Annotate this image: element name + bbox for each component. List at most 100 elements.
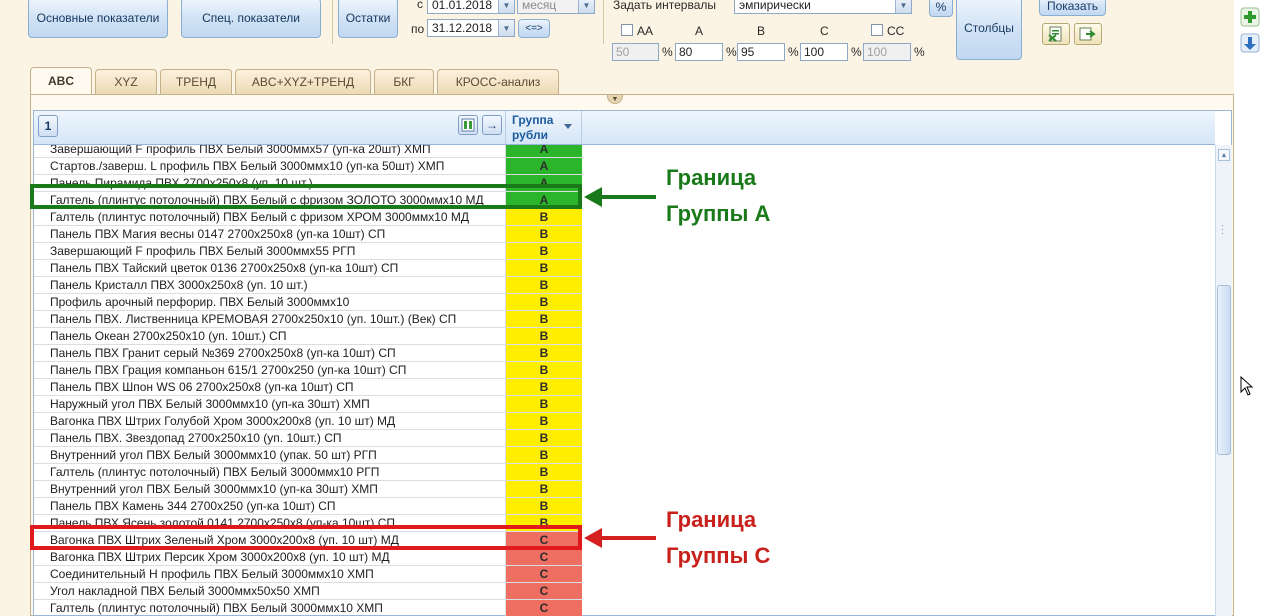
- scroll-grip-icon: · · ·: [1221, 220, 1224, 238]
- tab-abc[interactable]: ABC: [30, 67, 92, 94]
- table-row[interactable]: Завершающий F профиль ПВХ Белый 3000ммх5…: [34, 145, 1215, 158]
- toolbar-separator: [603, 0, 604, 44]
- chevron-down-icon[interactable]: ▼: [578, 0, 594, 13]
- boundary-a-line2: Группы А: [666, 201, 771, 226]
- product-name-cell: Панель ПВХ Грация компаньон 615/1 2700х2…: [34, 362, 506, 379]
- from-date-value: 01.01.2018: [432, 0, 493, 12]
- intervals-select[interactable]: эмпирически ▼: [734, 0, 912, 14]
- table-row[interactable]: Профиль арочный перфорир. ПВХ Белый 3000…: [34, 294, 1215, 311]
- group-header-line1: Группа: [512, 113, 554, 127]
- product-name-cell: Панель ПВХ Магия весны 0147 2700х250х8 (…: [34, 226, 506, 243]
- columns-button[interactable]: Столбцы: [956, 0, 1022, 60]
- table-row[interactable]: Панель ПВХ Тайский цветок 0136 2700х250х…: [34, 260, 1215, 277]
- table-row[interactable]: Панель ПВХ Шпон WS 06 2700х250х8 (уп-ка …: [34, 379, 1215, 396]
- table-row[interactable]: Панель ПВХ Грация компаньон 615/1 2700х2…: [34, 362, 1215, 379]
- abc-group-cell: C: [506, 532, 582, 549]
- export-button[interactable]: [1074, 23, 1102, 45]
- add-icon[interactable]: [1240, 7, 1260, 27]
- table-row[interactable]: Панель ПВХ Ясень золотой 0141 2700х250х8…: [34, 515, 1215, 532]
- table-row[interactable]: Галтель (плинтус потолочный) ПВХ Белый с…: [34, 209, 1215, 226]
- abc-group-cell: B: [506, 396, 582, 413]
- product-name-cell: Панель Океан 2700х250х10 (уп. 10шт.) СП: [34, 328, 506, 345]
- excel-export-icon: [1048, 26, 1062, 42]
- page-number[interactable]: 1: [38, 115, 58, 137]
- chevron-down-icon[interactable]: ▼: [895, 0, 911, 13]
- swap-period-button[interactable]: <=>: [518, 19, 550, 38]
- table-row[interactable]: Панель Кристалл ПВХ 3000х250х8 (уп. 10 ш…: [34, 277, 1215, 294]
- special-indicators-button[interactable]: Спец. показатели: [181, 0, 321, 38]
- chevron-down-icon[interactable]: ▼: [498, 20, 514, 36]
- name-column-header[interactable]: 1 →: [34, 111, 506, 144]
- abc-group-cell: B: [506, 260, 582, 277]
- scroll-thumb[interactable]: [1217, 285, 1231, 455]
- chevron-down-icon[interactable]: ▼: [498, 0, 514, 13]
- table-row[interactable]: Стартов./заверш. L профиль ПВХ Белый 300…: [34, 158, 1215, 175]
- tab-xyz[interactable]: XYZ: [95, 69, 157, 94]
- product-name-cell: Галтель (плинтус потолочный) ПВХ Белый с…: [34, 209, 506, 226]
- class-b-percent[interactable]: 95: [737, 43, 785, 61]
- to-date-field[interactable]: 31.12.2018 ▼: [427, 19, 515, 37]
- class-aa-percent[interactable]: 50: [612, 43, 659, 61]
- table-row[interactable]: Панель Пирамида ПВХ 2700х250х8 (уп. 10 ш…: [34, 175, 1215, 192]
- scroll-up-icon[interactable]: ▲: [1218, 149, 1230, 161]
- chevron-down-icon: ▼: [611, 95, 619, 103]
- class-aa-checkbox[interactable]: [621, 24, 633, 36]
- class-cc-percent[interactable]: 100: [863, 43, 911, 61]
- main-indicators-button[interactable]: Основные показатели: [28, 0, 168, 38]
- abc-group-cell: B: [506, 243, 582, 260]
- table-row[interactable]: Внутренний угол ПВХ Белый 3000ммх10 (упа…: [34, 447, 1215, 464]
- boundary-a-caption: Граница Группы А: [666, 160, 770, 232]
- boundary-c-caption: Граница Группы С: [666, 502, 770, 574]
- class-b-label: B: [757, 24, 766, 38]
- class-a-percent[interactable]: 80: [675, 43, 723, 61]
- product-name-cell: Панель ПВХ. Лиственница КРЕМОВАЯ 2700х25…: [34, 311, 506, 328]
- table-row[interactable]: Соединительный Н профиль ПВХ Белый 3000м…: [34, 566, 1215, 583]
- period-select[interactable]: месяц ▼: [517, 0, 595, 14]
- abc-group-cell: A: [506, 192, 582, 209]
- table-row[interactable]: Галтель (плинтус потолочный) ПВХ Белый 3…: [34, 600, 1215, 616]
- table-row[interactable]: Завершающий F профиль ПВХ Белый 3000ммх5…: [34, 243, 1215, 260]
- group-rub-column-header[interactable]: Группа рубли: [506, 111, 582, 144]
- abc-group-cell: A: [506, 158, 582, 175]
- move-down-icon[interactable]: [1240, 33, 1260, 53]
- abc-group-cell: B: [506, 294, 582, 311]
- class-cc-checkbox[interactable]: [871, 24, 883, 36]
- table-row[interactable]: Вагонка ПВХ Штрих Зеленый Хром 3000х200х…: [34, 532, 1215, 549]
- product-name-cell: Панель ПВХ Ясень золотой 0141 2700х250х8…: [34, 515, 506, 532]
- table-row[interactable]: Галтель (плинтус потолочный) ПВХ Белый 3…: [34, 464, 1215, 481]
- abc-group-cell: B: [506, 430, 582, 447]
- vertical-scrollbar[interactable]: ▲ · · ·: [1215, 145, 1232, 616]
- tab-bkg[interactable]: БКГ: [374, 69, 434, 94]
- table-row[interactable]: Панель ПВХ Камень 344 2700х250 (уп-ка 10…: [34, 498, 1215, 515]
- tab-abc-xyz-trend[interactable]: ABC+XYZ+ТРЕНД: [235, 69, 371, 94]
- table-row[interactable]: Панель ПВХ. Звездопад 2700х250х10 (уп. 1…: [34, 430, 1215, 447]
- intervals-value: эмпирически: [739, 0, 811, 12]
- sort-arrow-icon[interactable]: [564, 124, 572, 130]
- remains-button[interactable]: Остатки: [338, 0, 398, 38]
- table-row[interactable]: Галтель (плинтус потолочный) ПВХ Белый с…: [34, 192, 1215, 209]
- table-row[interactable]: Наружный угол ПВХ Белый 3000ммх10 (уп-ка…: [34, 396, 1215, 413]
- table-row[interactable]: Панель ПВХ. Лиственница КРЕМОВАЯ 2700х25…: [34, 311, 1215, 328]
- table-row[interactable]: Панель Океан 2700х250х10 (уп. 10шт.) СП B: [34, 328, 1215, 345]
- percent-button[interactable]: %: [929, 0, 953, 17]
- abc-group-cell: B: [506, 464, 582, 481]
- excel-export-button[interactable]: [1042, 23, 1070, 45]
- product-name-cell: Галтель (плинтус потолочный) ПВХ Белый 3…: [34, 464, 506, 481]
- table-row[interactable]: Панель ПВХ Гранит серый №369 2700х250х8 …: [34, 345, 1215, 362]
- table-row[interactable]: Панель ПВХ Магия весны 0147 2700х250х8 (…: [34, 226, 1215, 243]
- class-c-percent[interactable]: 100: [800, 43, 848, 61]
- table-row[interactable]: Внутренний угол ПВХ Белый 3000ммх10 (уп-…: [34, 481, 1215, 498]
- product-name-cell: Завершающий F профиль ПВХ Белый 3000ммх5…: [34, 243, 506, 260]
- tab-cross-analysis[interactable]: КРОСС-анализ: [437, 69, 559, 94]
- tab-trend[interactable]: ТРЕНД: [160, 69, 232, 94]
- to-date-value: 31.12.2018: [432, 21, 493, 35]
- from-date-field[interactable]: 01.01.2018 ▼: [427, 0, 515, 14]
- expand-right-button[interactable]: →: [482, 115, 502, 135]
- show-button[interactable]: Показать: [1039, 0, 1106, 16]
- class-a-label: A: [695, 24, 704, 38]
- column-chooser-button[interactable]: [458, 115, 478, 135]
- table-row[interactable]: Вагонка ПВХ Штрих Персик Хром 3000х200х8…: [34, 549, 1215, 566]
- table-row[interactable]: Вагонка ПВХ Штрих Голубой Хром 3000х200х…: [34, 413, 1215, 430]
- table-row[interactable]: Угол накладной ПВХ Белый 3000ммх50х50 ХМ…: [34, 583, 1215, 600]
- grid-rows: Завершающий F профиль ПВХ Белый 3000ммх5…: [34, 145, 1215, 616]
